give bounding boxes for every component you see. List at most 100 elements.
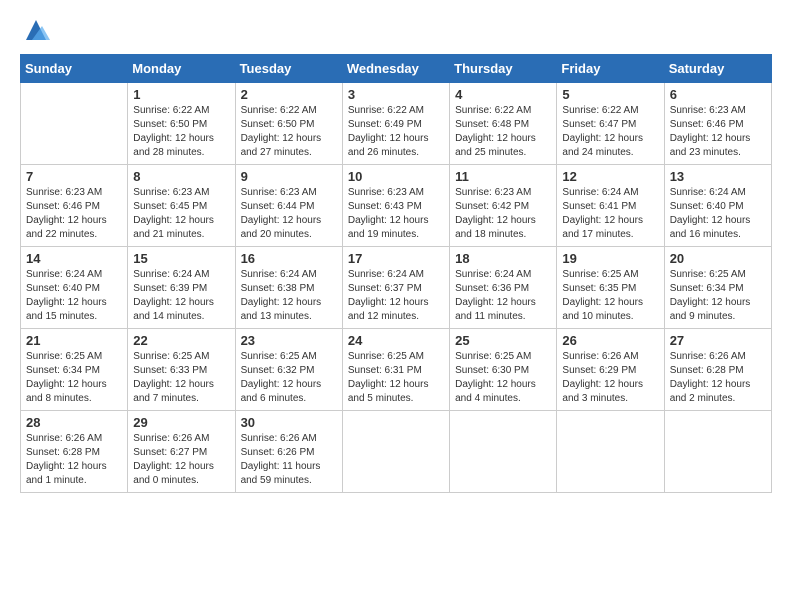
weekday-header-friday: Friday: [557, 55, 664, 83]
day-number: 2: [241, 87, 337, 102]
calendar-day-3: 3 Sunrise: 6:22 AM Sunset: 6:49 PM Daylig…: [342, 83, 449, 165]
day-number: 16: [241, 251, 337, 266]
day-number: 5: [562, 87, 658, 102]
calendar-day-20: 20 Sunrise: 6:25 AM Sunset: 6:34 PM Dayli…: [664, 247, 771, 329]
page: SundayMondayTuesdayWednesdayThursdayFrid…: [0, 0, 792, 612]
day-number: 10: [348, 169, 444, 184]
day-info: Sunrise: 6:25 AM Sunset: 6:30 PM Dayligh…: [455, 350, 551, 406]
calendar-day-13: 13 Sunrise: 6:24 AM Sunset: 6:40 PM Dayli…: [664, 165, 771, 247]
calendar-day-24: 24Sunrise: 6:25 AM Sunset: 6:31 PM Dayli…: [342, 329, 449, 411]
empty-cell: [21, 83, 128, 165]
day-info: Sunrise: 6:22 AM Sunset: 6:47 PM Dayligh…: [562, 104, 658, 160]
day-info: Sunrise: 6:24 AM Sunset: 6:38 PM Dayligh…: [241, 268, 337, 324]
day-info: Sunrise: 6:23 AM Sunset: 6:43 PM Dayligh…: [348, 186, 444, 242]
weekday-header-sunday: Sunday: [21, 55, 128, 83]
calendar-day-30: 30 Sunrise: 6:26 AM Sunset: 6:26 PM Dayli…: [235, 411, 342, 493]
day-info: Sunrise: 6:24 AM Sunset: 6:40 PM Dayligh…: [26, 268, 122, 324]
calendar-day-28: 28 Sunrise: 6:26 AM Sunset: 6:28 PM Dayli…: [21, 411, 128, 493]
calendar-week-row: 7 Sunrise: 6:23 AM Sunset: 6:46 PM Daylig…: [21, 165, 772, 247]
day-number: 4: [455, 87, 551, 102]
weekday-header-wednesday: Wednesday: [342, 55, 449, 83]
day-number: 14: [26, 251, 122, 266]
weekday-header-row: SundayMondayTuesdayWednesdayThursdayFrid…: [21, 55, 772, 83]
calendar-day-22: 22 Sunrise: 6:25 AM Sunset: 6:33 PM Dayli…: [128, 329, 235, 411]
day-number: 18: [455, 251, 551, 266]
empty-cell: [450, 411, 557, 493]
day-info: Sunrise: 6:23 AM Sunset: 6:46 PM Dayligh…: [26, 186, 122, 242]
day-info: Sunrise: 6:26 AM Sunset: 6:29 PM Dayligh…: [562, 350, 658, 406]
day-info: Sunrise: 6:25 AM Sunset: 6:34 PM Dayligh…: [670, 268, 766, 324]
day-info: Sunrise: 6:26 AM Sunset: 6:28 PM Dayligh…: [670, 350, 766, 406]
day-number: 29: [133, 415, 229, 430]
empty-cell: [664, 411, 771, 493]
calendar-day-21: 21 Sunrise: 6:25 AM Sunset: 6:34 PM Dayli…: [21, 329, 128, 411]
calendar-week-row: 14 Sunrise: 6:24 AM Sunset: 6:40 PM Dayli…: [21, 247, 772, 329]
day-info: Sunrise: 6:24 AM Sunset: 6:40 PM Dayligh…: [670, 186, 766, 242]
day-number: 15: [133, 251, 229, 266]
logo-icon: [22, 16, 50, 44]
day-info: Sunrise: 6:24 AM Sunset: 6:39 PM Dayligh…: [133, 268, 229, 324]
calendar-week-row: 1Sunrise: 6:22 AM Sunset: 6:50 PM Daylig…: [21, 83, 772, 165]
weekday-header-monday: Monday: [128, 55, 235, 83]
day-info: Sunrise: 6:25 AM Sunset: 6:33 PM Dayligh…: [133, 350, 229, 406]
day-info: Sunrise: 6:25 AM Sunset: 6:34 PM Dayligh…: [26, 350, 122, 406]
header: [20, 16, 772, 44]
calendar-day-1: 1Sunrise: 6:22 AM Sunset: 6:50 PM Daylig…: [128, 83, 235, 165]
calendar-day-10: 10 Sunrise: 6:23 AM Sunset: 6:43 PM Dayli…: [342, 165, 449, 247]
calendar-day-2: 2 Sunrise: 6:22 AM Sunset: 6:50 PM Daylig…: [235, 83, 342, 165]
day-number: 17: [348, 251, 444, 266]
logo: [20, 16, 50, 44]
day-number: 3: [348, 87, 444, 102]
day-number: 9: [241, 169, 337, 184]
day-number: 19: [562, 251, 658, 266]
calendar-week-row: 28 Sunrise: 6:26 AM Sunset: 6:28 PM Dayli…: [21, 411, 772, 493]
day-number: 28: [26, 415, 122, 430]
day-info: Sunrise: 6:22 AM Sunset: 6:49 PM Dayligh…: [348, 104, 444, 160]
day-info: Sunrise: 6:26 AM Sunset: 6:26 PM Dayligh…: [241, 432, 337, 488]
day-number: 21: [26, 333, 122, 348]
day-info: Sunrise: 6:22 AM Sunset: 6:48 PM Dayligh…: [455, 104, 551, 160]
weekday-header-tuesday: Tuesday: [235, 55, 342, 83]
day-number: 25: [455, 333, 551, 348]
day-info: Sunrise: 6:26 AM Sunset: 6:28 PM Dayligh…: [26, 432, 122, 488]
calendar-day-11: 11 Sunrise: 6:23 AM Sunset: 6:42 PM Dayli…: [450, 165, 557, 247]
day-info: Sunrise: 6:26 AM Sunset: 6:27 PM Dayligh…: [133, 432, 229, 488]
calendar-day-18: 18 Sunrise: 6:24 AM Sunset: 6:36 PM Dayli…: [450, 247, 557, 329]
day-info: Sunrise: 6:23 AM Sunset: 6:46 PM Dayligh…: [670, 104, 766, 160]
day-number: 20: [670, 251, 766, 266]
day-info: Sunrise: 6:25 AM Sunset: 6:35 PM Dayligh…: [562, 268, 658, 324]
day-info: Sunrise: 6:23 AM Sunset: 6:42 PM Dayligh…: [455, 186, 551, 242]
calendar-day-14: 14 Sunrise: 6:24 AM Sunset: 6:40 PM Dayli…: [21, 247, 128, 329]
calendar-day-23: 23Sunrise: 6:25 AM Sunset: 6:32 PM Dayli…: [235, 329, 342, 411]
calendar-day-27: 27Sunrise: 6:26 AM Sunset: 6:28 PM Dayli…: [664, 329, 771, 411]
empty-cell: [342, 411, 449, 493]
day-info: Sunrise: 6:24 AM Sunset: 6:36 PM Dayligh…: [455, 268, 551, 324]
day-number: 23: [241, 333, 337, 348]
day-info: Sunrise: 6:23 AM Sunset: 6:44 PM Dayligh…: [241, 186, 337, 242]
day-info: Sunrise: 6:24 AM Sunset: 6:41 PM Dayligh…: [562, 186, 658, 242]
calendar-day-17: 17 Sunrise: 6:24 AM Sunset: 6:37 PM Dayli…: [342, 247, 449, 329]
day-info: Sunrise: 6:24 AM Sunset: 6:37 PM Dayligh…: [348, 268, 444, 324]
day-number: 13: [670, 169, 766, 184]
calendar-day-8: 8Sunrise: 6:23 AM Sunset: 6:45 PM Daylig…: [128, 165, 235, 247]
weekday-header-thursday: Thursday: [450, 55, 557, 83]
day-number: 26: [562, 333, 658, 348]
calendar-day-25: 25 Sunrise: 6:25 AM Sunset: 6:30 PM Dayli…: [450, 329, 557, 411]
calendar-day-7: 7 Sunrise: 6:23 AM Sunset: 6:46 PM Daylig…: [21, 165, 128, 247]
calendar-day-12: 12 Sunrise: 6:24 AM Sunset: 6:41 PM Dayli…: [557, 165, 664, 247]
day-number: 11: [455, 169, 551, 184]
day-number: 30: [241, 415, 337, 430]
day-number: 7: [26, 169, 122, 184]
calendar-day-4: 4 Sunrise: 6:22 AM Sunset: 6:48 PM Daylig…: [450, 83, 557, 165]
day-number: 12: [562, 169, 658, 184]
calendar-week-row: 21 Sunrise: 6:25 AM Sunset: 6:34 PM Dayli…: [21, 329, 772, 411]
day-number: 8: [133, 169, 229, 184]
calendar-day-29: 29 Sunrise: 6:26 AM Sunset: 6:27 PM Dayli…: [128, 411, 235, 493]
calendar-day-6: 6 Sunrise: 6:23 AM Sunset: 6:46 PM Daylig…: [664, 83, 771, 165]
weekday-header-saturday: Saturday: [664, 55, 771, 83]
day-number: 6: [670, 87, 766, 102]
calendar-day-5: 5 Sunrise: 6:22 AM Sunset: 6:47 PM Daylig…: [557, 83, 664, 165]
day-info: Sunrise: 6:22 AM Sunset: 6:50 PM Dayligh…: [241, 104, 337, 160]
calendar-day-15: 15 Sunrise: 6:24 AM Sunset: 6:39 PM Dayli…: [128, 247, 235, 329]
day-number: 22: [133, 333, 229, 348]
